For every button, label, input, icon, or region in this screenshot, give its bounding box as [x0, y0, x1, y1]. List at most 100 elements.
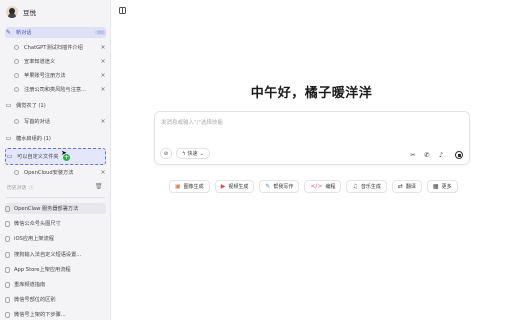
message-composer[interactable]: 发消息或输入"/"选择技能 ⊘ ϟ 快速 ⌄ ✂ ✆ ♪: [154, 111, 470, 165]
paperclip-icon: ⊘: [163, 150, 169, 157]
microphone-icon[interactable]: ♪: [437, 151, 445, 159]
skill-pill-music[interactable]: ♫ 音乐生成: [346, 180, 387, 193]
folder-icon: ▭: [5, 135, 12, 142]
folder-item-label: 宣率知道途义: [24, 59, 56, 65]
quick-mode-button[interactable]: ϟ 快速 ⌄: [176, 148, 210, 159]
close-icon[interactable]: ×: [100, 58, 106, 65]
chat-icon: [5, 311, 10, 318]
history-item[interactable]: 微信号部位的区别: [5, 294, 106, 305]
folder-item[interactable]: 注册公司和类风险与注意... ×: [14, 84, 106, 95]
chat-icon: [5, 296, 10, 303]
close-icon[interactable]: ×: [100, 86, 106, 93]
more-icon: ▦: [432, 183, 439, 190]
trash-icon[interactable]: 🗑: [95, 183, 103, 190]
history-item[interactable]: 重库频道指南: [5, 279, 106, 290]
lightning-icon: ϟ: [182, 150, 186, 157]
chat-bubble-icon: [14, 45, 19, 50]
folder-3[interactable]: ▭ 糖水启组的 (1): [5, 133, 106, 144]
history-item[interactable]: 微信公众号头图尺寸: [5, 218, 106, 229]
new-chat-label: 新对话: [16, 30, 32, 36]
folder-item-label: 注册公司和类风险与注意...: [24, 87, 87, 93]
folder-item-label: 苹果账号注册方法: [24, 73, 66, 79]
pill-label: 音乐生成: [360, 184, 381, 190]
chat-icon: [5, 281, 10, 288]
pill-label: 更多: [441, 184, 452, 190]
history-item[interactable]: iOS应用上架流程: [5, 233, 106, 244]
close-icon[interactable]: ×: [100, 118, 106, 125]
history-item[interactable]: 微信号上架的下步骤...: [5, 309, 106, 320]
pill-label: 编程: [325, 184, 336, 190]
folder-drop-target[interactable]: ▭ 可以自定义文件夹: [5, 148, 106, 165]
code-icon: </>: [310, 183, 323, 190]
history-item-label: 搜狗输入法自定义短语设置...: [14, 252, 82, 258]
main-area: 中午好，橘子暖洋洋 发消息或输入"/"选择技能 ⊘ ϟ 快速 ⌄ ✂ ✆ ♪ ▣…: [111, 0, 512, 320]
skill-pill-code[interactable]: </> 编程: [304, 180, 342, 193]
username: 豆悦: [23, 9, 36, 17]
chat-icon: [5, 205, 10, 212]
app-window: 豆悦 ✎ 新对话 ⌘K ChatGPT测试扫插件介绍 × 宣率知道途义 × 苹果…: [0, 0, 512, 320]
close-icon[interactable]: ×: [100, 72, 106, 79]
chat-plus-icon: ✎: [5, 29, 12, 36]
history-label-text: 历史对话: [7, 186, 27, 191]
skill-pills: ▣ 图像生成 ▶ 视频生成 ✎ 帮我写作 </> 编程 ♫ 音乐生成 ⇄ 翻译: [169, 180, 458, 193]
chevron-down-icon: ⌄: [199, 150, 204, 157]
folder-label: 偶觉农了 (1): [16, 103, 46, 109]
chat-icon: [5, 266, 10, 273]
folder-item-label: OpenCloud安装方法: [24, 170, 74, 176]
close-icon[interactable]: ×: [100, 169, 106, 176]
greeting-title: 中午好，橘子暖洋洋: [250, 86, 373, 101]
quick-mode-label: 快速: [187, 151, 198, 157]
history-item-label: OpenClaw 服务器部署方法: [14, 206, 79, 212]
skill-pill-image[interactable]: ▣ 图像生成: [169, 180, 210, 193]
chat-bubble-icon: [14, 87, 19, 92]
folder-icon: ▭: [6, 153, 13, 160]
attach-button[interactable]: ⊘: [160, 148, 172, 159]
pill-label: 帮我写作: [273, 184, 294, 190]
chat-bubble-icon: [14, 73, 19, 78]
chat-bubble-icon: [14, 170, 19, 175]
folder-item[interactable]: OpenCloud安装方法 ×: [14, 167, 106, 178]
history-item[interactable]: OpenClaw 服务器部署方法: [5, 203, 106, 214]
scissors-icon[interactable]: ✂: [409, 151, 417, 159]
image-icon: ▣: [175, 183, 181, 190]
folder-item[interactable]: 宣率知道途义 ×: [14, 56, 106, 67]
user-header[interactable]: 豆悦: [6, 5, 36, 19]
history-item[interactable]: 搜狗输入法自定义短语设置...: [5, 249, 106, 260]
chat-icon: [5, 235, 10, 242]
sidebar-toggle-icon[interactable]: [119, 7, 126, 14]
folder-item[interactable]: 苹果账号注册方法 ×: [14, 70, 106, 81]
chat-icon: [5, 251, 10, 258]
history-item-label: 微信号上架的下步骤...: [14, 312, 66, 318]
send-button[interactable]: [455, 151, 463, 159]
skill-pill-video[interactable]: ▶ 视频生成: [214, 180, 255, 193]
new-chat-button[interactable]: ✎ 新对话 ⌘K: [5, 27, 106, 38]
video-icon: ▶: [220, 183, 226, 190]
folder-label: 糖水启组的 (1): [16, 136, 51, 142]
history-item-label: App Store上架应用流程: [14, 267, 71, 273]
folder-icon: ▭: [5, 102, 12, 109]
skill-pill-writing[interactable]: ✎ 帮我写作: [259, 180, 300, 193]
skill-pill-translate[interactable]: ⇄ 翻译: [391, 180, 422, 193]
cursor-icon: ➤: [61, 149, 67, 157]
folder-item[interactable]: ChatGPT测试扫插件介绍 ×: [14, 42, 106, 53]
shortcut-badge: ⌘K: [95, 30, 106, 35]
history-item[interactable]: App Store上架应用流程: [5, 264, 106, 275]
history-item-label: iOS应用上架流程: [14, 236, 54, 242]
chat-bubble-icon: [14, 119, 19, 124]
close-icon[interactable]: ×: [100, 44, 106, 51]
history-item-label: 微信号部位的区别: [14, 297, 56, 303]
composer-placeholder[interactable]: 发消息或输入"/"选择技能: [161, 118, 223, 126]
avatar[interactable]: [6, 6, 18, 18]
pill-label: 翻译: [405, 184, 416, 190]
music-icon: ♫: [352, 183, 358, 190]
history-item-label: 重库频道指南: [14, 282, 46, 288]
skill-pill-more[interactable]: ▦ 更多: [426, 180, 458, 193]
translate-icon: ⇄: [397, 183, 403, 190]
history-section-label: 历史对话 ⓘ: [7, 184, 34, 191]
sidebar: 豆悦 ✎ 新对话 ⌘K ChatGPT测试扫插件介绍 × 宣率知道途义 × 苹果…: [0, 0, 111, 320]
chat-icon: [5, 220, 10, 227]
folder-2[interactable]: ▭ 偶觉农了 (1): [5, 100, 106, 111]
folder-item-label: ChatGPT测试扫插件介绍: [24, 45, 83, 51]
folder-item[interactable]: 写首的对话 ×: [14, 116, 106, 127]
phone-icon[interactable]: ✆: [423, 151, 431, 159]
